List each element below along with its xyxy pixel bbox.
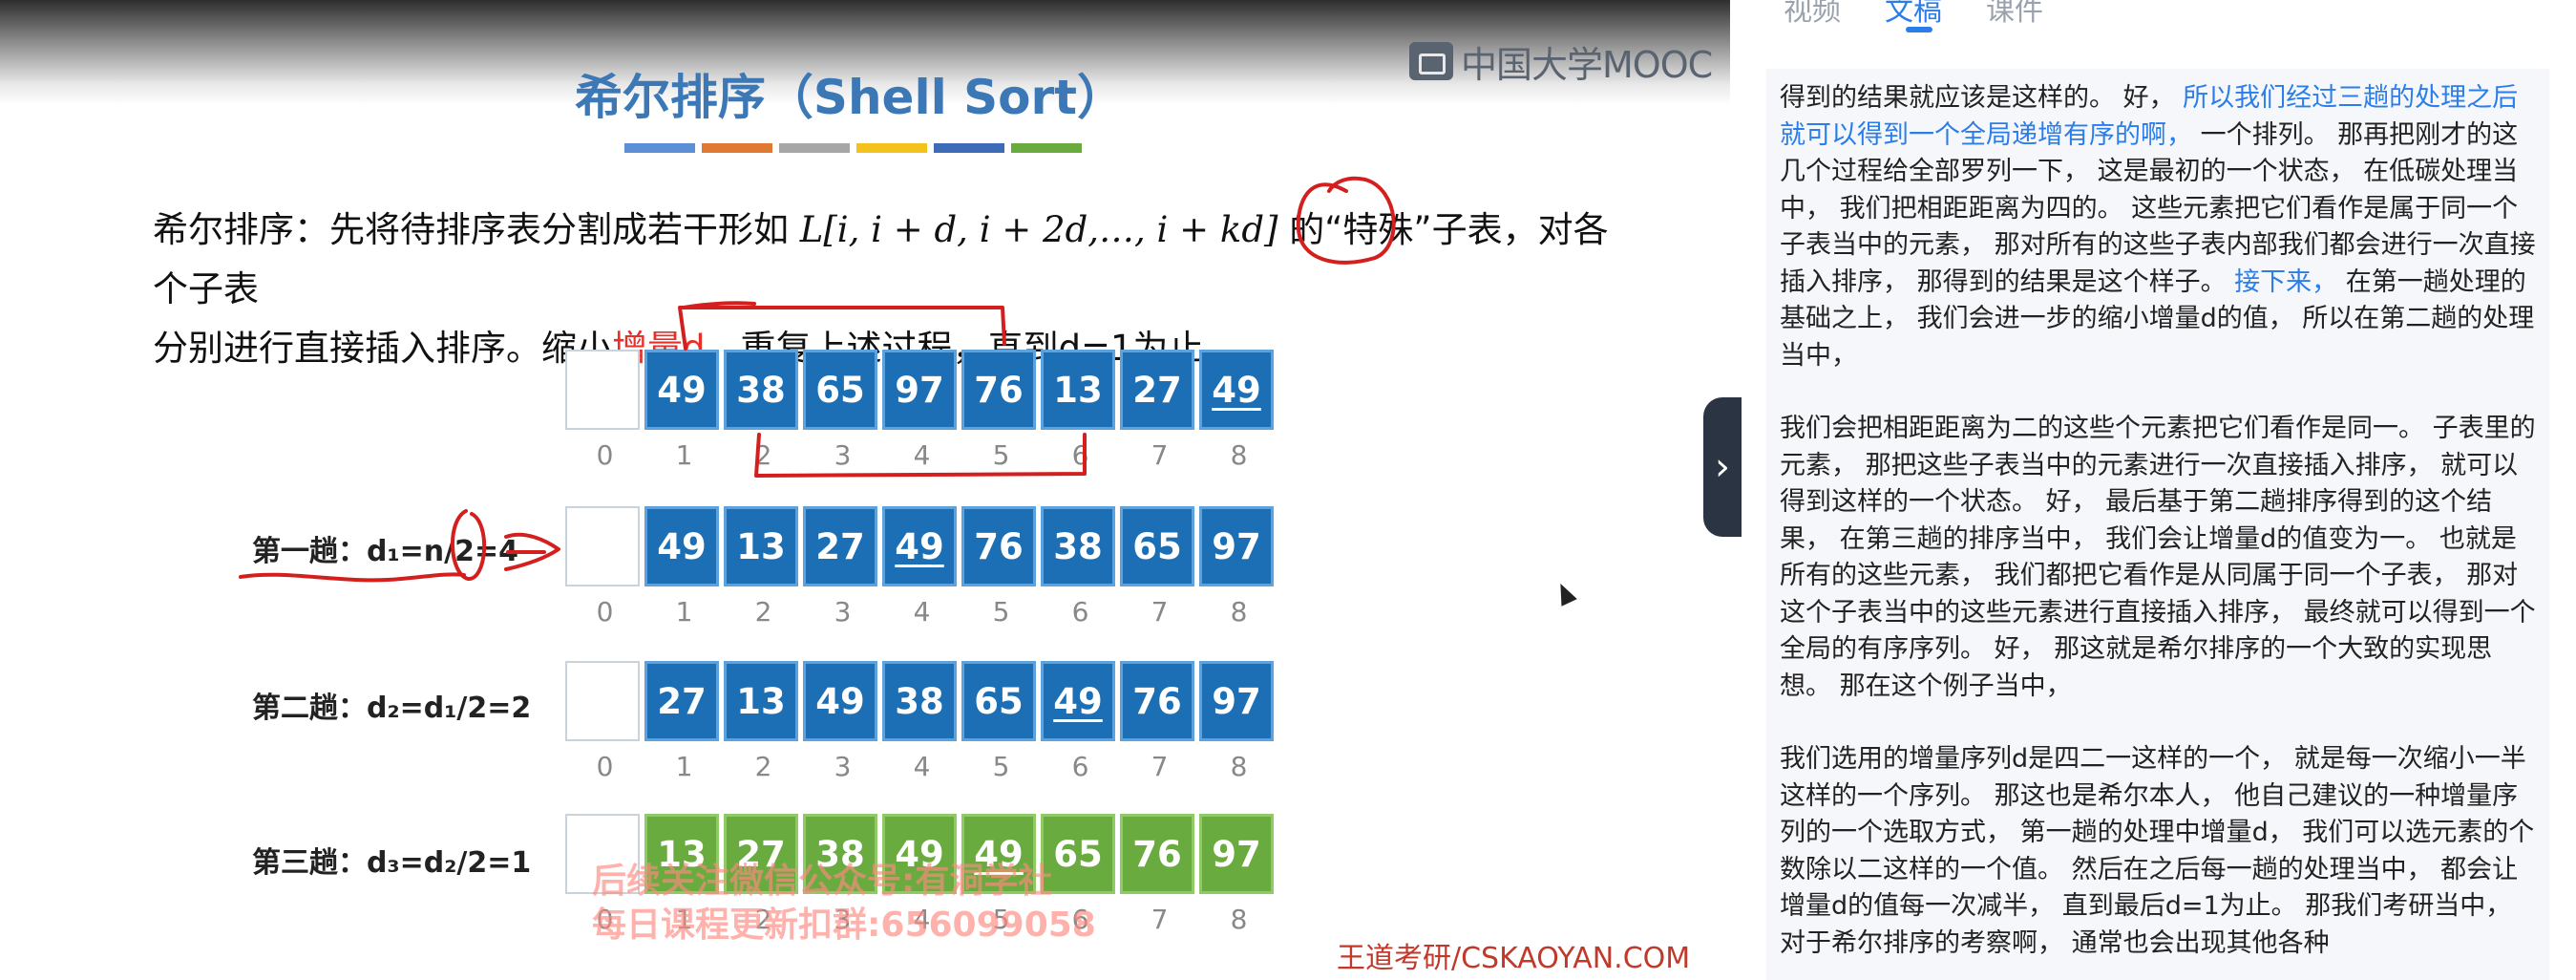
index-row: 012345678 xyxy=(596,751,1248,782)
array-cell: 76 xyxy=(1120,814,1194,894)
title-bar-segment xyxy=(1011,143,1082,153)
array-cell: 27 xyxy=(644,661,719,741)
chevron-right-icon: › xyxy=(1715,445,1730,489)
array-cell: 65 xyxy=(1120,506,1194,586)
tab-transcript[interactable]: 文稿 xyxy=(1885,0,1942,32)
array-cell xyxy=(565,661,640,741)
title-color-bar xyxy=(624,143,1082,153)
desc-text: 分别进行直接插入排序。缩小 xyxy=(153,328,612,369)
array-cell: 49 xyxy=(803,661,877,741)
slide-title: 希尔排序（Shell Sort） xyxy=(574,70,1126,125)
index-row: 012345678 xyxy=(596,439,1248,471)
title-bar-segment xyxy=(856,143,927,153)
index-row: 012345678 xyxy=(596,596,1248,628)
desc-text: 希尔排序：先将待排序表分割成若干形如 xyxy=(153,209,800,250)
transcript-paragraph: 我们选用的增量序列d是四二一这样的一个， 就是每一次缩小一半这样的一个序列。 那… xyxy=(1780,744,2535,958)
transcript-paragraph: 我们会把相距距离为二的这些个元素把它们看作是同一。 子表里的元素， 那把这些子表… xyxy=(1780,414,2536,701)
title-bar-segment xyxy=(934,143,1004,153)
mouse-cursor-icon xyxy=(1552,580,1577,607)
transcript-paragraph: 得到的结果就应该是这样的。 好， 所以我们经过三趟的处理之后就可以得到一个全局递… xyxy=(1780,83,2536,371)
watermark: 后续关注微信公众号:有洞学社 每日课程更新扣群:656099058 xyxy=(592,860,1096,948)
array-cell: 97 xyxy=(1199,661,1274,741)
collapse-panel-button[interactable]: › xyxy=(1703,397,1742,537)
array-cell: 38 xyxy=(724,350,798,430)
array-cell: 13 xyxy=(724,506,798,586)
array-row-initial: 49 38 65 97 76 13 27 49 xyxy=(565,350,1278,430)
array-cell: 65 xyxy=(803,350,877,430)
transcript-highlight[interactable]: 接下来， xyxy=(2234,267,2337,297)
array-row-pass-1: 49 13 27 49 76 38 65 97 xyxy=(565,506,1278,586)
array-cell: 76 xyxy=(961,350,1036,430)
video-player[interactable]: 中国大学MOOC 希尔排序（Shell Sort） 希尔排序：先将待排序表分割成… xyxy=(0,0,1730,980)
array-cell: 13 xyxy=(1041,350,1115,430)
tab-courseware[interactable]: 课件 xyxy=(1986,0,2043,29)
array-row-pass-2: 27 13 49 38 65 49 76 97 xyxy=(565,661,1278,741)
array-cell: 13 xyxy=(724,661,798,741)
array-cell: 49 xyxy=(1199,350,1274,430)
desc-formula: L[i, i + d, i + 2d,…, i + kd] xyxy=(799,209,1278,250)
array-cell: 38 xyxy=(882,661,957,741)
title-bar-segment xyxy=(702,143,772,153)
transcript-panel[interactable]: 得到的结果就应该是这样的。 好， 所以我们经过三趟的处理之后就可以得到一个全局递… xyxy=(1766,69,2549,980)
title-bar-segment xyxy=(779,143,850,153)
array-cell: 76 xyxy=(1120,661,1194,741)
array-cell: 49 xyxy=(882,506,957,586)
pass-label-1: 第一趟：d₁=n/2=4 xyxy=(252,535,518,568)
array-cell xyxy=(565,350,640,430)
slide-source: 王道考研/CSKAOYAN.COM xyxy=(1337,942,1691,975)
array-cell: 27 xyxy=(1120,350,1194,430)
pass-label-3: 第三趟：d₃=d₂/2=1 xyxy=(252,846,532,880)
side-tabs: 视频 文稿 课件 xyxy=(1784,0,2043,32)
pass-label-2: 第二趟：d₂=d₁/2=2 xyxy=(252,692,532,725)
watermark-line: 后续关注微信公众号:有洞学社 xyxy=(592,862,1053,901)
array-cell: 49 xyxy=(1041,661,1115,741)
array-cell: 38 xyxy=(1041,506,1115,586)
array-cell: 76 xyxy=(961,506,1036,586)
annotation-underline-pass1 xyxy=(239,572,466,583)
side-panel: 视频 文稿 课件 得到的结果就应该是这样的。 好， 所以我们经过三趟的处理之后就… xyxy=(1757,0,2576,980)
array-cell: 97 xyxy=(882,350,957,430)
array-cell: 49 xyxy=(644,350,719,430)
array-cell: 97 xyxy=(1199,814,1274,894)
array-cell: 97 xyxy=(1199,506,1274,586)
array-cell: 65 xyxy=(961,661,1036,741)
title-bar-segment xyxy=(624,143,695,153)
watermark-line: 每日课程更新扣群:656099058 xyxy=(592,905,1096,945)
tab-video[interactable]: 视频 xyxy=(1784,0,1841,29)
array-cell xyxy=(565,506,640,586)
array-cell: 49 xyxy=(644,506,719,586)
array-cell: 27 xyxy=(803,506,877,586)
